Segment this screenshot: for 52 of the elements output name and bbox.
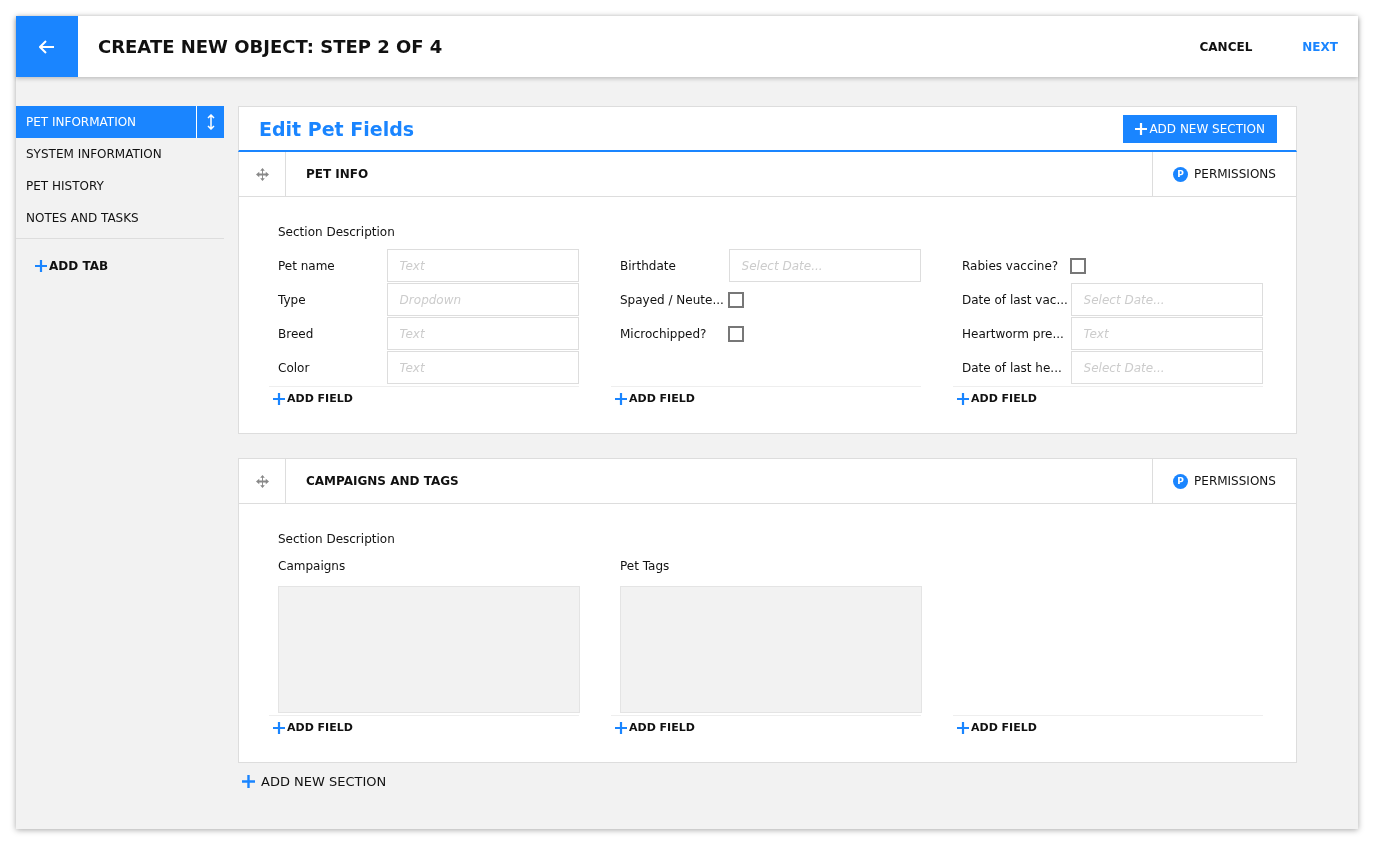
sidebar-tab[interactable]: PET HISTORY — [16, 170, 224, 202]
add-field-button[interactable]: ADD FIELD — [615, 721, 695, 734]
page-title: CREATE NEW OBJECT: STEP 2 OF 4 — [98, 36, 444, 57]
add-new-section-button[interactable]: ADD NEW SECTION — [1123, 114, 1277, 143]
section-description: Section Description — [278, 532, 396, 546]
checkbox[interactable] — [728, 325, 744, 342]
field-label: Campaigns — [278, 558, 347, 575]
next-button[interactable]: NEXT — [1272, 35, 1338, 58]
plus-icon — [615, 721, 627, 734]
field-label: Date of last vac... — [962, 292, 1069, 307]
sidebar-tab[interactable]: PET INFORMATION — [16, 106, 224, 138]
cancel-button[interactable]: CANCEL — [1169, 35, 1253, 58]
section-title: PET INFO — [305, 166, 370, 183]
field-label: Birthdate — [620, 258, 677, 273]
checkbox[interactable] — [728, 291, 744, 308]
permissions-badge: P — [1173, 473, 1189, 489]
move-icon[interactable] — [255, 474, 269, 488]
plus-icon — [35, 260, 47, 272]
sidebar-tab[interactable]: NOTES AND TASKS — [16, 202, 224, 234]
add-field-button[interactable]: ADD FIELD — [957, 721, 1037, 734]
field-label: Spayed / Neute... — [620, 292, 725, 307]
plus-icon — [957, 392, 969, 405]
field-label: Color — [278, 360, 311, 375]
add-tab-button[interactable]: ADD TAB — [35, 259, 109, 273]
field-label: Date of last he... — [962, 360, 1063, 375]
plus-icon — [273, 721, 285, 734]
plus-icon — [273, 392, 285, 405]
add-field-button[interactable]: ADD FIELD — [957, 392, 1037, 405]
add-field-button[interactable]: ADD FIELD — [615, 392, 695, 405]
plus-icon — [957, 721, 969, 734]
field-label: Pet Tags — [620, 558, 671, 575]
plus-icon — [242, 775, 255, 788]
add-field-button[interactable]: ADD FIELD — [273, 392, 353, 405]
field-label: Pet name — [278, 258, 336, 273]
add-field-button[interactable]: ADD FIELD — [273, 721, 353, 734]
field-label: Rabies vaccine? — [962, 258, 1060, 273]
add-new-section-link[interactable]: ADD NEW SECTION — [242, 774, 387, 789]
field-label: Type — [278, 292, 307, 307]
plus-icon — [1135, 122, 1148, 135]
section-description: Section Description — [278, 225, 396, 239]
plus-icon — [615, 392, 627, 405]
permissions-badge: P — [1173, 166, 1189, 182]
move-icon[interactable] — [255, 167, 269, 181]
field-label: Microchipped? — [620, 326, 708, 341]
sidebar-tab[interactable]: SYSTEM INFORMATION — [16, 138, 224, 170]
checkbox[interactable] — [1070, 257, 1086, 274]
section-title: CAMPAIGNS AND TAGS — [305, 473, 460, 490]
reorder-icon[interactable] — [206, 114, 215, 130]
back-arrow-icon — [39, 39, 55, 54]
field-label: Breed — [278, 326, 315, 341]
editor-title: Edit Pet Fields — [259, 117, 415, 140]
field-label: Heartworm pre... — [962, 326, 1065, 341]
